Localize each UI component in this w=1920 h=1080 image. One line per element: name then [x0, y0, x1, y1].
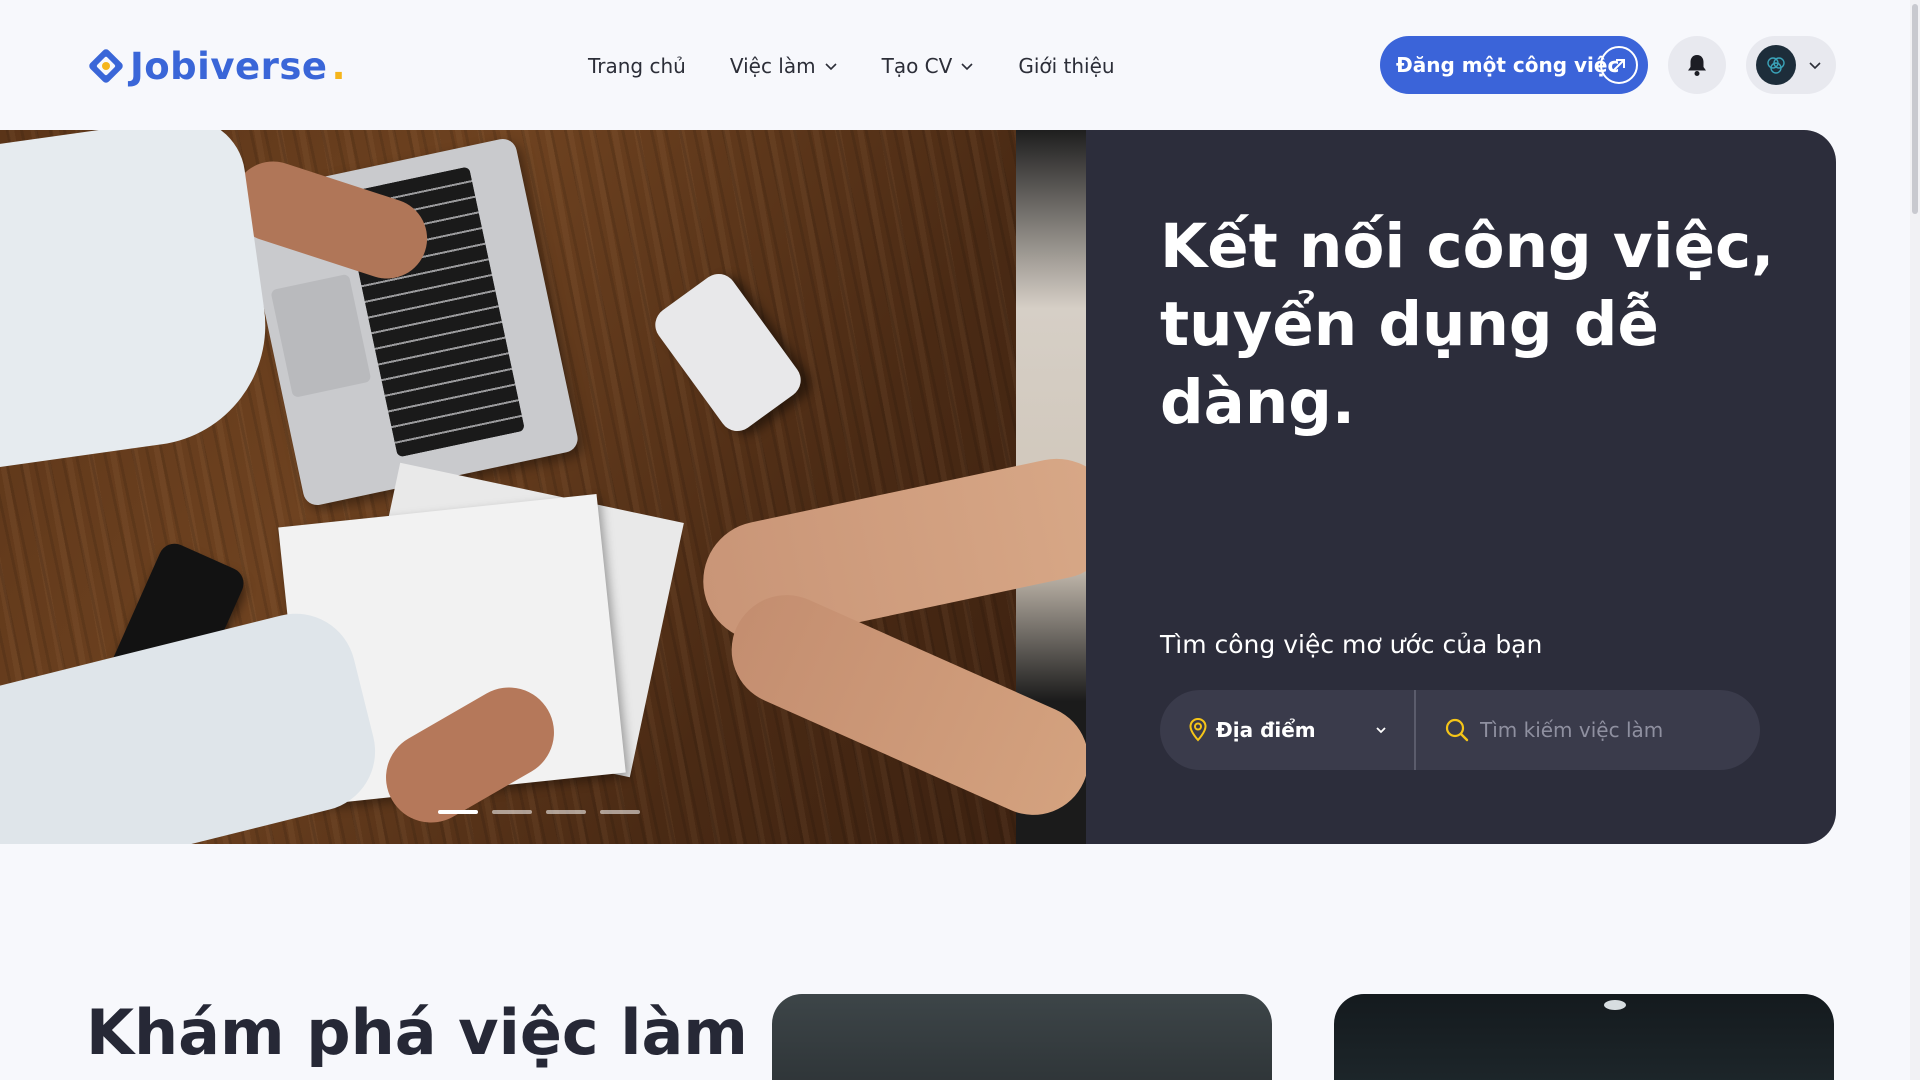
search-icon	[1445, 718, 1469, 742]
nav-item-jobs[interactable]: Việc làm	[730, 54, 838, 78]
nav-item-about[interactable]: Giới thiệu	[1018, 54, 1114, 78]
location-select[interactable]: Địa điểm	[1160, 690, 1416, 770]
bell-icon	[1688, 55, 1706, 76]
location-label: Địa điểm	[1216, 718, 1316, 742]
arrow-up-right-icon	[1600, 46, 1638, 84]
logo[interactable]: Jobiverse.	[86, 44, 346, 88]
brand-dot: .	[331, 44, 346, 88]
scrollbar[interactable]	[1910, 0, 1920, 1080]
carousel-dot[interactable]	[546, 810, 586, 814]
chevron-down-icon	[1376, 727, 1386, 734]
carousel-dot[interactable]	[438, 810, 478, 814]
hero-section: Kết nối công việc, tuyển dụng dễ dàng. T…	[0, 130, 1836, 844]
explore-title: Khám phá việc làm	[86, 996, 748, 1069]
hero-panel: Kết nối công việc, tuyển dụng dễ dàng. T…	[1086, 130, 1836, 844]
brand-name: Jobiverse	[130, 44, 328, 88]
nav-item-label: Tạo CV	[881, 54, 953, 78]
carousel-indicators	[438, 810, 640, 814]
site-header: Jobiverse. Trang chủ Việc làm Tạo CV Giớ…	[0, 0, 1920, 130]
job-search-input[interactable]	[1480, 718, 1760, 742]
nav-item-home[interactable]: Trang chủ	[588, 54, 686, 78]
chevron-down-icon	[1809, 62, 1821, 70]
nav-item-label: Trang chủ	[588, 54, 686, 78]
chevron-down-icon	[825, 63, 837, 71]
nav-item-label: Giới thiệu	[1018, 54, 1115, 78]
logo-mark-icon	[89, 49, 123, 83]
search-field	[1416, 717, 1760, 743]
job-category-card[interactable]	[1334, 994, 1834, 1080]
main-nav: Trang chủ Việc làm Tạo CV Giới thiệu	[588, 48, 1115, 84]
hero-title: Kết nối công việc, tuyển dụng dễ dàng.	[1160, 211, 1775, 438]
map-pin-icon	[1189, 717, 1207, 742]
profile-menu-button[interactable]	[1746, 36, 1836, 94]
post-job-button[interactable]: Đăng một công việc	[1380, 36, 1648, 94]
job-search-bar: Địa điểm	[1160, 690, 1760, 770]
hero-subtitle: Tìm công việc mơ ước của bạn	[1160, 630, 1543, 659]
post-job-label: Đăng một công việc	[1396, 53, 1620, 77]
hero-image	[0, 130, 1086, 844]
notification-button[interactable]	[1668, 36, 1726, 94]
scrollbar-thumb[interactable]	[1912, 4, 1918, 214]
nav-item-label: Việc làm	[729, 54, 816, 78]
job-category-card[interactable]	[772, 994, 1272, 1080]
carousel-dot[interactable]	[600, 810, 640, 814]
nav-item-create-cv[interactable]: Tạo CV	[882, 54, 975, 78]
avatar	[1756, 45, 1796, 85]
chevron-down-icon	[961, 63, 973, 71]
carousel-dot[interactable]	[492, 810, 532, 814]
